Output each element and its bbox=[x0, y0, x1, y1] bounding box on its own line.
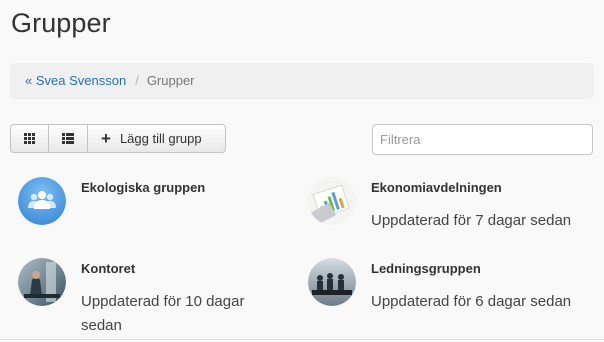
add-group-button[interactable]: + Lägg till grupp bbox=[88, 124, 226, 153]
list-view-icon bbox=[62, 133, 74, 144]
group-updated: Uppdaterad för 6 dagar sedan bbox=[371, 293, 572, 310]
add-group-label: Lägg till grupp bbox=[119, 131, 202, 146]
plus-icon: + bbox=[101, 129, 111, 148]
group-updated: Uppdaterad för 10 dagar sedan bbox=[81, 293, 245, 334]
grid-view-button[interactable] bbox=[10, 124, 49, 153]
filter-input[interactable] bbox=[372, 124, 593, 155]
group-item: Ekonomiavdelningen Uppdaterad för 7 daga… bbox=[308, 177, 571, 233]
breadcrumb: « Svea Svensson / Grupper bbox=[10, 63, 594, 99]
view-toolbar: + Lägg till grupp bbox=[10, 124, 226, 153]
group-name[interactable]: Kontoret bbox=[81, 261, 271, 276]
group-item: Ekologiska gruppen bbox=[18, 177, 205, 225]
page-title: Grupper bbox=[11, 8, 111, 38]
meeting-photo[interactable] bbox=[308, 258, 356, 306]
list-view-button[interactable] bbox=[49, 124, 88, 153]
charts-photo[interactable] bbox=[308, 177, 356, 225]
group-name[interactable]: Ekonomiavdelningen bbox=[371, 180, 571, 195]
group-item: Ledningsgruppen Uppdaterad för 6 dagar s… bbox=[308, 258, 571, 314]
breadcrumb-parent-link[interactable]: « Svea Svensson bbox=[25, 73, 126, 88]
group-name[interactable]: Ledningsgruppen bbox=[371, 261, 571, 276]
grid-view-icon bbox=[24, 133, 35, 144]
group-item: Kontoret Uppdaterad för 10 dagar sedan bbox=[18, 258, 271, 338]
breadcrumb-separator: / bbox=[135, 73, 139, 88]
group-name[interactable]: Ekologiska gruppen bbox=[81, 180, 205, 195]
breadcrumb-current: Grupper bbox=[146, 73, 195, 88]
divider bbox=[0, 339, 604, 340]
people-icon[interactable] bbox=[18, 177, 66, 225]
office-photo[interactable] bbox=[18, 258, 66, 306]
group-updated: Uppdaterad för 7 dagar sedan bbox=[371, 212, 572, 229]
